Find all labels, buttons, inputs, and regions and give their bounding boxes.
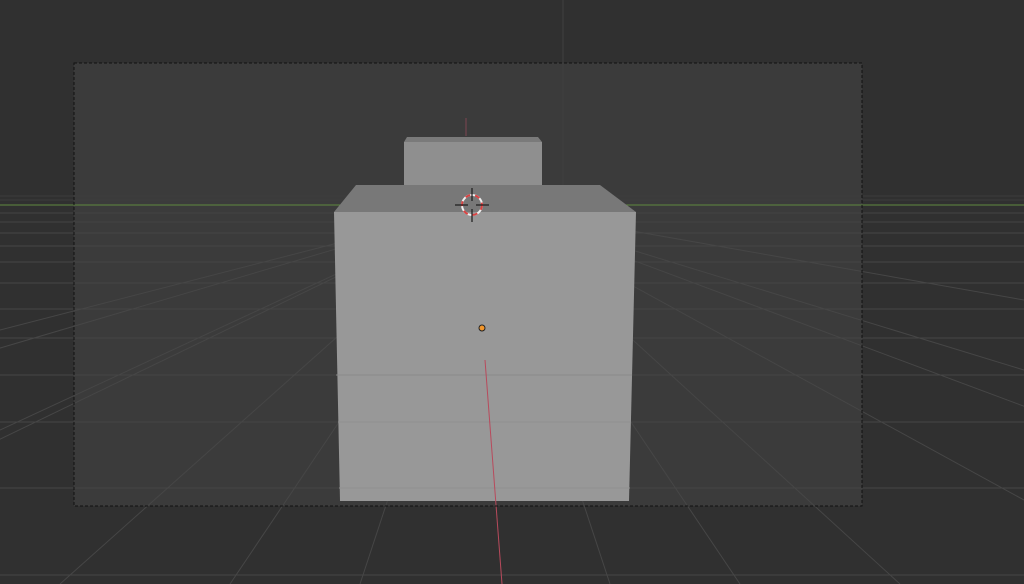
cube-back-front-face bbox=[404, 142, 542, 187]
cube-back-top-face bbox=[404, 137, 542, 142]
object-cube-front[interactable] bbox=[334, 185, 636, 501]
object-origin-icon[interactable] bbox=[478, 324, 486, 332]
cube-front-top-face bbox=[334, 185, 636, 212]
viewport-canvas[interactable] bbox=[0, 0, 1024, 584]
object-cube-back[interactable] bbox=[404, 137, 542, 187]
3d-viewport[interactable] bbox=[0, 0, 1024, 584]
cube-front-front-face bbox=[334, 212, 636, 501]
